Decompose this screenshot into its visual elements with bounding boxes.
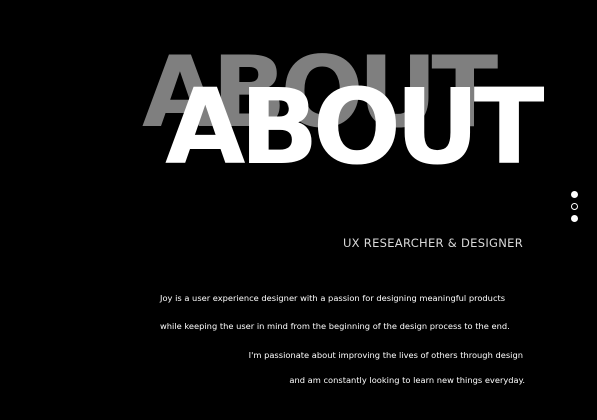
about-page: ABOUT ABOUT UX RESEARCHER & DESIGNER Joy… (0, 0, 597, 420)
page-title: ABOUT (165, 66, 545, 188)
role-subtitle: UX RESEARCHER & DESIGNER (342, 236, 523, 250)
pager-dot-3[interactable] (571, 215, 578, 222)
bio-line-2: while keeping the user in mind from the … (160, 321, 510, 331)
pager-dot-2[interactable] (571, 203, 578, 210)
section-pager (571, 191, 578, 222)
bio-line-3: I'm passionate about improving the lives… (248, 350, 523, 360)
bio-line-4: and am constantly looking to learn new t… (289, 375, 525, 385)
pager-dot-1[interactable] (571, 191, 578, 198)
bio-line-1: Joy is a user experience designer with a… (160, 293, 506, 303)
